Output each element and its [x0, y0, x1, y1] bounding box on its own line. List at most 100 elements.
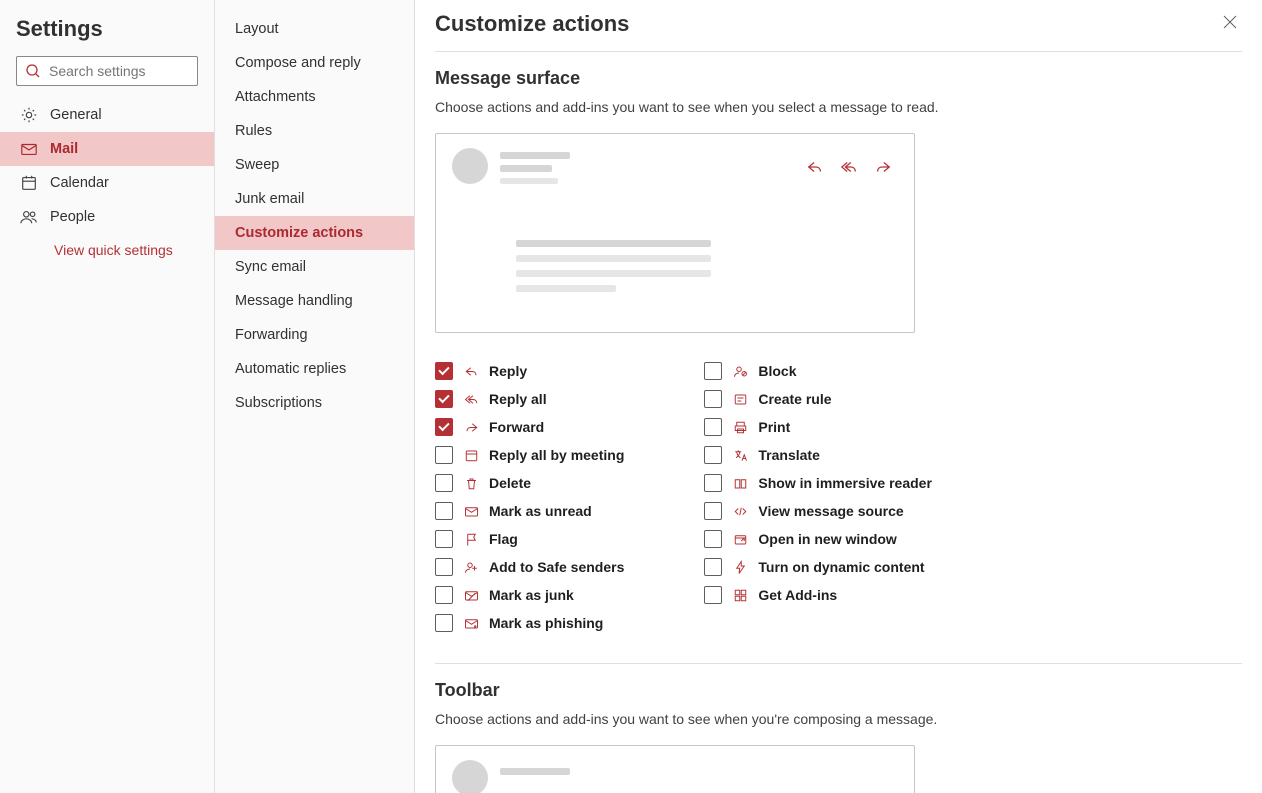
checkbox-safe[interactable] — [435, 558, 453, 576]
action-row-reply: Reply — [435, 361, 624, 381]
people-icon — [20, 208, 38, 226]
action-label: Block — [758, 363, 796, 379]
section-desc: Choose actions and add-ins you want to s… — [435, 711, 1242, 727]
dynamic-icon — [732, 559, 748, 575]
skeleton-line — [516, 240, 711, 247]
action-row-print: Print — [704, 417, 932, 437]
action-row-addins: Get Add-ins — [704, 585, 932, 605]
nav-people[interactable]: People — [0, 200, 214, 234]
close-button[interactable] — [1218, 10, 1242, 37]
action-row-delete: Delete — [435, 473, 624, 493]
nav-mail[interactable]: Mail — [0, 132, 214, 166]
nav-label: General — [50, 107, 102, 123]
subnav-sync[interactable]: Sync email — [215, 250, 414, 284]
action-label: Forward — [489, 419, 544, 435]
checkbox-immersive[interactable] — [704, 474, 722, 492]
checkbox-source[interactable] — [704, 502, 722, 520]
checkbox-junk[interactable] — [435, 586, 453, 604]
checkbox-replyall[interactable] — [435, 390, 453, 408]
close-icon — [1222, 14, 1238, 30]
action-label: Mark as junk — [489, 587, 574, 603]
action-label: Mark as phishing — [489, 615, 603, 631]
subnav-subscriptions[interactable]: Subscriptions — [215, 386, 414, 420]
source-icon — [732, 503, 748, 519]
checkbox-addins[interactable] — [704, 586, 722, 604]
action-label: Reply — [489, 363, 527, 379]
action-row-replyall: Reply all — [435, 389, 624, 409]
trash-icon — [463, 475, 479, 491]
checkbox-rule[interactable] — [704, 390, 722, 408]
skeleton-line — [516, 285, 616, 292]
checkbox-reply[interactable] — [435, 362, 453, 380]
personadd-icon — [463, 559, 479, 575]
action-label: Reply all by meeting — [489, 447, 624, 463]
action-row-dynamic: Turn on dynamic content — [704, 557, 932, 577]
replyall-icon — [840, 158, 858, 176]
action-row-safe: Add to Safe senders — [435, 557, 624, 577]
action-label: Open in new window — [758, 531, 896, 547]
nav-calendar[interactable]: Calendar — [0, 166, 214, 200]
action-label: Get Add-ins — [758, 587, 837, 603]
forward-icon — [463, 419, 479, 435]
skeleton-line — [516, 255, 711, 262]
search-settings-input[interactable] — [16, 56, 198, 86]
action-row-translate: Translate — [704, 445, 932, 465]
checkbox-unread[interactable] — [435, 502, 453, 520]
action-label: Turn on dynamic content — [758, 559, 924, 575]
action-row-unread: Mark as unread — [435, 501, 624, 521]
checkbox-flag[interactable] — [435, 530, 453, 548]
checkbox-meeting[interactable] — [435, 446, 453, 464]
action-row-block: Block — [704, 361, 932, 381]
page-title: Customize actions — [435, 11, 629, 37]
subnav-customize[interactable]: Customize actions — [215, 216, 414, 250]
toolbar-section: Toolbar Choose actions and add-ins you w… — [435, 664, 1242, 793]
subnav-rules[interactable]: Rules — [215, 114, 414, 148]
search-field[interactable] — [49, 63, 189, 79]
action-row-immersive: Show in immersive reader — [704, 473, 932, 493]
action-row-flag: Flag — [435, 529, 624, 549]
checkbox-print[interactable] — [704, 418, 722, 436]
subnav-forwarding[interactable]: Forwarding — [215, 318, 414, 352]
subnav-sweep[interactable]: Sweep — [215, 148, 414, 182]
nav-general[interactable]: General — [0, 98, 214, 132]
checkbox-phish[interactable] — [435, 614, 453, 632]
subnav-attachments[interactable]: Attachments — [215, 80, 414, 114]
action-row-meeting: Reply all by meeting — [435, 445, 624, 465]
calendar-icon — [20, 174, 38, 192]
compose-preview-card — [435, 745, 915, 793]
action-checkbox-grid: Reply Reply all Forward Reply all by meetin… — [435, 361, 1242, 664]
action-label: View message source — [758, 503, 903, 519]
checkbox-translate[interactable] — [704, 446, 722, 464]
action-row-junk: Mark as junk — [435, 585, 624, 605]
checkbox-dynamic[interactable] — [704, 558, 722, 576]
mail-subnav: Layout Compose and reply Attachments Rul… — [215, 0, 415, 793]
subnav-layout[interactable]: Layout — [215, 12, 414, 46]
action-label: Create rule — [758, 391, 831, 407]
checkbox-newwin[interactable] — [704, 530, 722, 548]
checkbox-block[interactable] — [704, 362, 722, 380]
settings-title: Settings — [0, 10, 214, 56]
nav-label: Mail — [50, 141, 78, 157]
action-row-phish: Mark as phishing — [435, 613, 624, 633]
skeleton-line — [500, 768, 570, 775]
action-label: Translate — [758, 447, 819, 463]
skeleton-line — [500, 165, 552, 172]
flag-icon — [463, 531, 479, 547]
subnav-handling[interactable]: Message handling — [215, 284, 414, 318]
view-quick-settings-link[interactable]: View quick settings — [0, 234, 214, 266]
subnav-compose[interactable]: Compose and reply — [215, 46, 414, 80]
subnav-junk[interactable]: Junk email — [215, 182, 414, 216]
section-title: Toolbar — [435, 680, 1242, 701]
gear-icon — [20, 106, 38, 124]
subnav-autoreplies[interactable]: Automatic replies — [215, 352, 414, 386]
checkbox-delete[interactable] — [435, 474, 453, 492]
reply-icon — [463, 363, 479, 379]
section-desc: Choose actions and add-ins you want to s… — [435, 99, 1242, 115]
window-icon — [732, 531, 748, 547]
translate-icon — [732, 447, 748, 463]
action-row-source: View message source — [704, 501, 932, 521]
mailblock-icon — [463, 587, 479, 603]
checkbox-forward[interactable] — [435, 418, 453, 436]
settings-sidebar: Settings General Mail Calendar People Vi… — [0, 0, 215, 793]
action-column-left: Reply Reply all Forward Reply all by meetin… — [435, 361, 624, 633]
